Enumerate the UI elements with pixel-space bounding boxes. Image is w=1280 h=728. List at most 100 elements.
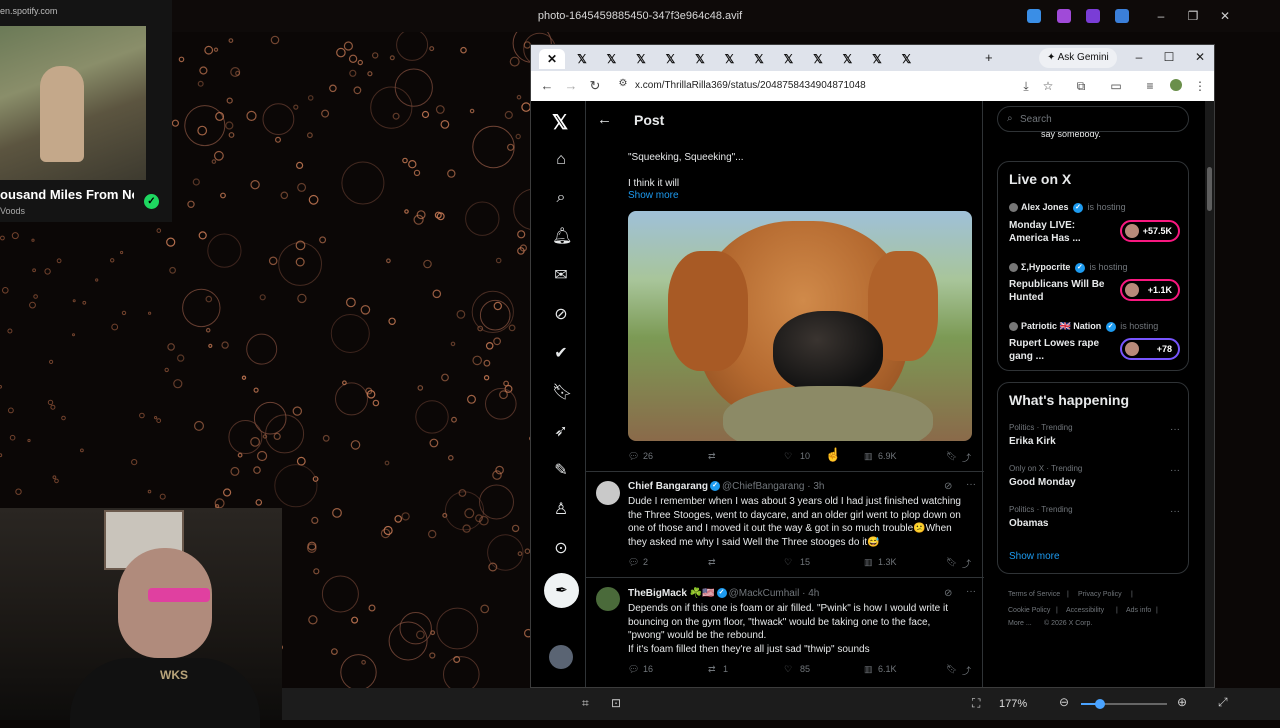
zoom-in-icon[interactable]: ⊕ bbox=[1177, 695, 1187, 709]
grok-icon[interactable]: ⊘ bbox=[944, 588, 952, 599]
zoom-out-icon[interactable]: ⊖ bbox=[1059, 695, 1069, 709]
reply-author-name[interactable]: Chief Bangarang bbox=[628, 481, 708, 492]
bookmark-icon[interactable]: 🔖︎ bbox=[946, 664, 957, 675]
x-logo-icon[interactable]: 𝕏 bbox=[552, 110, 568, 135]
maximize-icon[interactable]: ❐ bbox=[1185, 8, 1201, 24]
footer-link[interactable]: Accessibility bbox=[1066, 607, 1104, 614]
views-icon[interactable]: ▥ bbox=[864, 664, 873, 675]
share-icon[interactable]: ⤴ bbox=[962, 557, 971, 570]
fit-icon[interactable]: ⛶ bbox=[972, 696, 980, 711]
edit-icon[interactable] bbox=[1027, 9, 1041, 23]
more-options-icon[interactable]: ··· bbox=[1170, 506, 1180, 517]
extensions-icon[interactable]: ⧉ bbox=[1074, 79, 1088, 94]
ask-gemini-button[interactable]: ✦ Ask Gemini bbox=[1039, 48, 1117, 68]
tab-x-icon[interactable]: 𝕏 bbox=[864, 49, 890, 69]
more-options-icon[interactable]: ··· bbox=[1170, 424, 1180, 435]
close-icon[interactable]: ✕ bbox=[1192, 50, 1208, 64]
tab-x-icon[interactable]: 𝕏 bbox=[687, 49, 713, 69]
zoom-level[interactable]: 177% bbox=[999, 698, 1027, 710]
more-options-icon[interactable]: ··· bbox=[966, 479, 976, 490]
explore-search-icon[interactable]: ⌕ bbox=[552, 189, 570, 207]
tab-x-icon[interactable]: 𝕏 bbox=[628, 49, 654, 69]
account-avatar[interactable] bbox=[549, 645, 573, 669]
back-icon[interactable]: ← bbox=[539, 78, 555, 93]
live-listener-badge[interactable]: +57.5K bbox=[1120, 220, 1180, 242]
sparkle-icon[interactable] bbox=[1057, 9, 1071, 23]
more-options-icon[interactable]: ··· bbox=[966, 586, 976, 597]
views-icon[interactable]: ▥ bbox=[864, 557, 873, 568]
menu-icon[interactable]: ⋮ bbox=[1193, 79, 1207, 93]
scrollbar-thumb[interactable] bbox=[1207, 167, 1212, 211]
notifications-bell-icon[interactable]: 🔔︎ bbox=[552, 228, 572, 246]
communities-icon[interactable]: ✔ bbox=[552, 345, 570, 363]
share-icon[interactable]: ⤴ bbox=[962, 451, 971, 464]
reply-icon[interactable]: 💬︎ bbox=[628, 557, 639, 568]
show-more-link[interactable]: Show more bbox=[1009, 551, 1060, 562]
sidepanel-icon[interactable]: ▭ bbox=[1109, 79, 1123, 93]
repost-icon[interactable]: ⇄ bbox=[708, 664, 716, 675]
trend-name[interactable]: Good Monday bbox=[1009, 477, 1076, 488]
footer-link[interactable]: Cookie Policy bbox=[1008, 607, 1050, 614]
zoom-slider[interactable] bbox=[1081, 699, 1167, 709]
more-circle-icon[interactable]: ⊙ bbox=[552, 540, 570, 558]
host-name[interactable]: Patriotic 🇬🇧 Nation bbox=[1021, 321, 1101, 331]
tab-x-icon[interactable]: 𝕏 bbox=[717, 49, 743, 69]
trend-name[interactable]: Erika Kirk bbox=[1009, 436, 1056, 447]
reply-icon[interactable]: 💬︎ bbox=[628, 451, 639, 462]
grok-icon[interactable]: ⊘ bbox=[944, 481, 952, 492]
tab-x-icon[interactable]: 𝕏 bbox=[599, 49, 625, 69]
reply-author-name[interactable]: TheBigMack ☘️🇺🇸 bbox=[628, 588, 715, 599]
media-icon[interactable]: ≡ bbox=[1143, 79, 1157, 93]
profile-icon[interactable] bbox=[1169, 79, 1183, 94]
install-icon[interactable]: ⤓ bbox=[1019, 79, 1033, 94]
reply-handle[interactable]: @ChiefBangarang · 3h bbox=[722, 481, 824, 492]
clipchamp-icon[interactable] bbox=[1086, 9, 1100, 23]
footer-link[interactable]: Terms of Service bbox=[1008, 591, 1060, 598]
tab-x-icon[interactable]: 𝕏 bbox=[569, 49, 595, 69]
footer-link[interactable]: Privacy Policy bbox=[1078, 591, 1122, 598]
repost-icon[interactable]: ⇄ bbox=[708, 451, 716, 462]
saved-check-icon[interactable]: ✓ bbox=[144, 194, 159, 209]
address-bar[interactable]: x.com/ThrillaRilla369/status/20487584349… bbox=[635, 80, 866, 91]
bookmark-star-icon[interactable]: ☆ bbox=[1041, 79, 1055, 93]
profile-person-icon[interactable]: ♙ bbox=[552, 501, 570, 519]
trend-name[interactable]: Obamas bbox=[1009, 518, 1048, 529]
footer-link[interactable]: Ads info bbox=[1126, 607, 1151, 614]
live-listener-badge[interactable]: +1.1K bbox=[1120, 279, 1180, 301]
live-space-title[interactable]: Monday LIVE: America Has ... bbox=[1009, 219, 1109, 245]
grok-icon[interactable]: ⊘ bbox=[552, 306, 570, 324]
close-icon[interactable]: ✕ bbox=[1217, 8, 1233, 24]
repost-icon[interactable]: ⇄ bbox=[708, 557, 716, 568]
home-icon[interactable]: ⌂ bbox=[552, 151, 570, 169]
reply-icon[interactable]: 💬︎ bbox=[628, 664, 639, 675]
reply-avatar[interactable] bbox=[596, 481, 620, 505]
minimize-icon[interactable]: – bbox=[1153, 8, 1169, 24]
compose-post-button[interactable]: ✒ bbox=[544, 573, 579, 608]
tab-x-icon[interactable]: 𝕏 bbox=[746, 49, 772, 69]
footer-link[interactable]: More ... bbox=[1008, 620, 1032, 627]
tab-x-icon[interactable]: 𝕏 bbox=[835, 49, 861, 69]
reload-icon[interactable]: ↻ bbox=[587, 78, 603, 94]
share-icon[interactable]: ⤴ bbox=[962, 664, 971, 677]
minimize-icon[interactable]: – bbox=[1131, 50, 1147, 64]
forward-icon[interactable]: → bbox=[563, 78, 579, 93]
maximize-icon[interactable]: ☐ bbox=[1161, 50, 1177, 64]
reply-handle[interactable]: @MackCumhail · 4h bbox=[729, 588, 820, 599]
page-scrollbar[interactable] bbox=[1205, 101, 1214, 687]
tab-active[interactable]: ✕ bbox=[539, 49, 565, 69]
host-name[interactable]: Σ,Hypocrite bbox=[1021, 262, 1070, 272]
bookmark-icon[interactable]: 🔖︎ bbox=[946, 557, 957, 568]
cloud-icon[interactable] bbox=[1115, 9, 1129, 23]
show-more-link[interactable]: Show more bbox=[628, 190, 679, 201]
reply-avatar[interactable] bbox=[596, 587, 620, 611]
search-input[interactable]: ⌕ Search bbox=[997, 106, 1189, 132]
bookmark-icon[interactable]: 🔖︎ bbox=[946, 451, 957, 462]
like-icon[interactable]: ♡ bbox=[784, 664, 792, 675]
back-arrow-icon[interactable]: ← bbox=[597, 111, 612, 128]
fullscreen-icon[interactable]: ⤢ bbox=[1218, 695, 1228, 710]
like-icon[interactable]: ♡ bbox=[784, 557, 792, 568]
tab-x-icon[interactable]: 𝕏 bbox=[658, 49, 684, 69]
tab-x-icon[interactable]: 𝕏 bbox=[894, 49, 920, 69]
live-space-title[interactable]: Rupert Lowes rape gang ... bbox=[1009, 337, 1109, 363]
live-listener-badge[interactable]: +78 bbox=[1120, 338, 1180, 360]
